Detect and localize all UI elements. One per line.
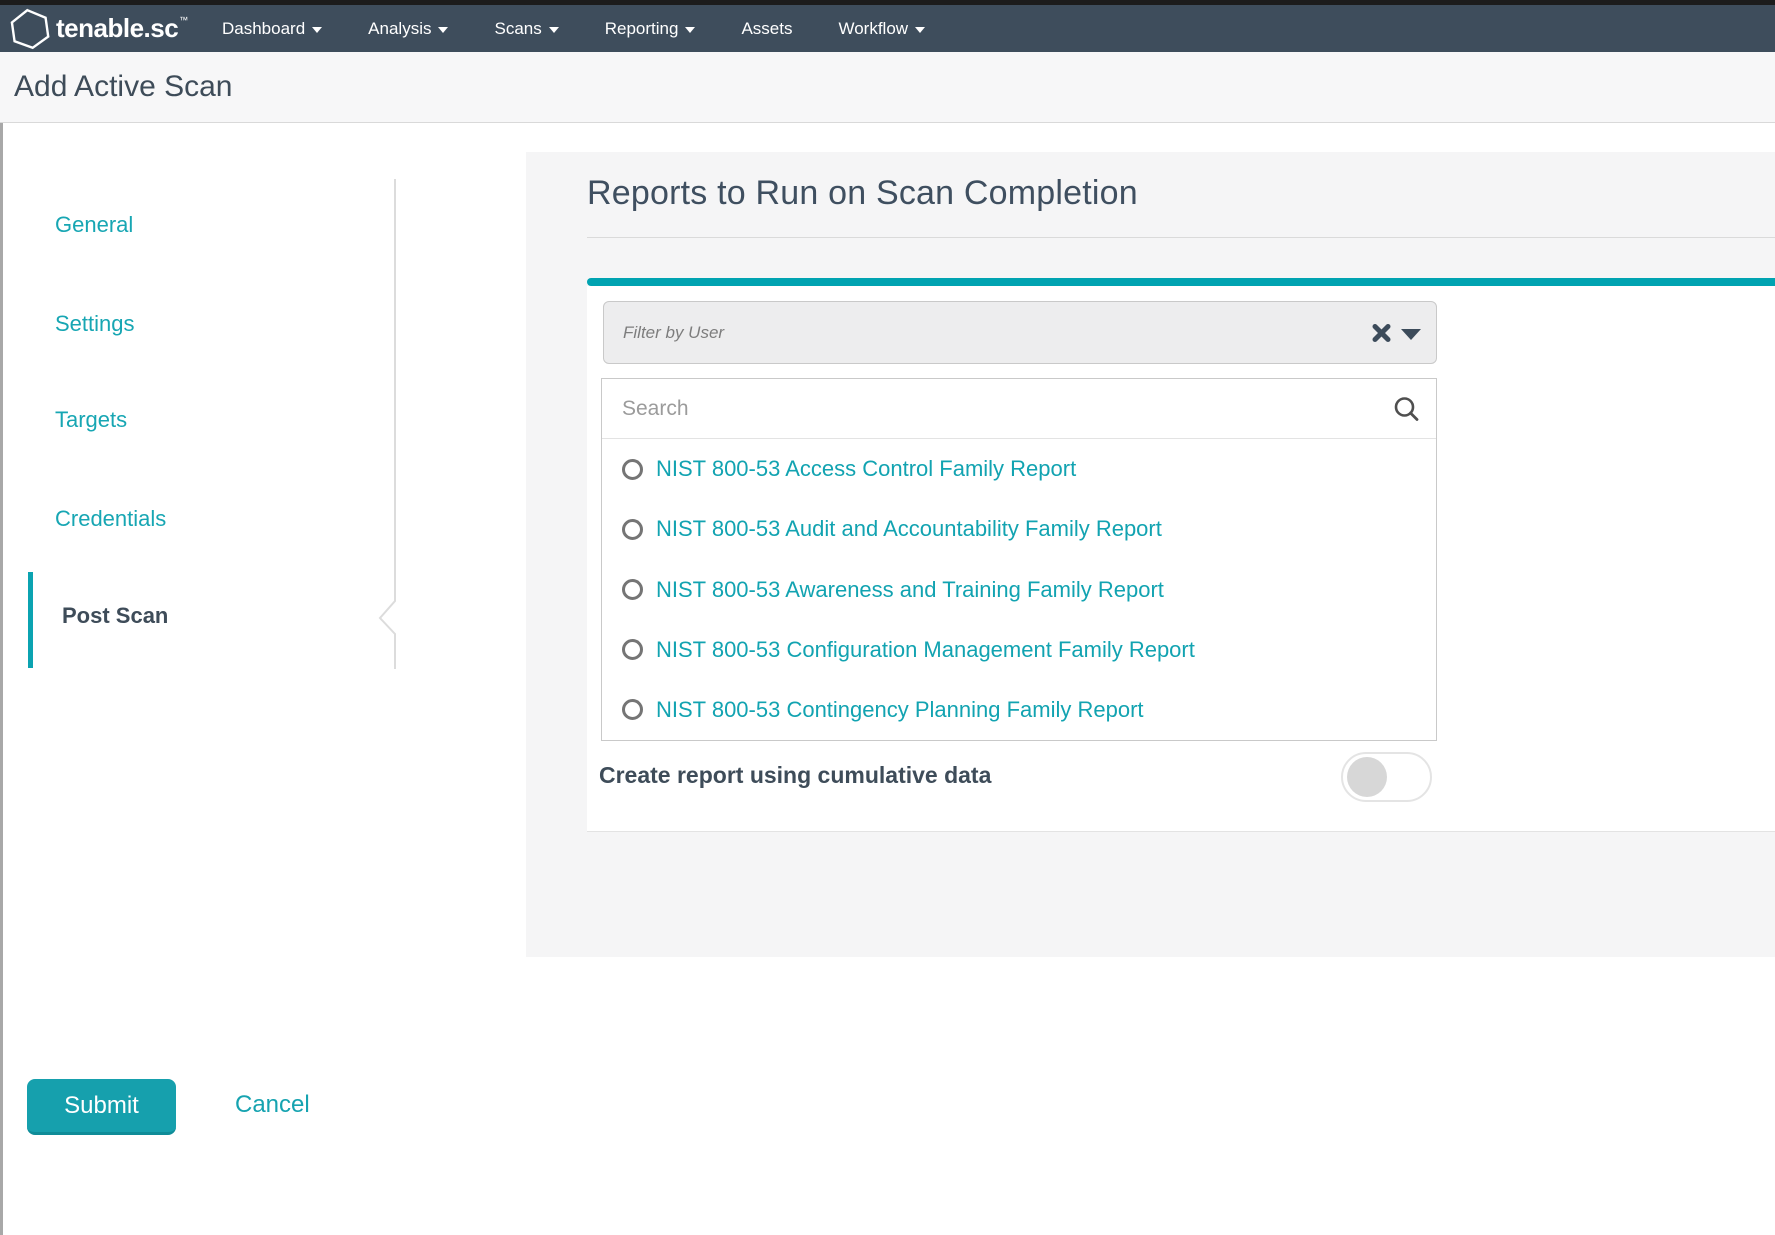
nav-item-reporting[interactable]: Reporting (605, 19, 696, 39)
caret-down-icon (685, 27, 695, 33)
nav-item-workflow[interactable]: Workflow (838, 19, 925, 39)
report-row[interactable]: NIST 800-53 Audit and Accountability Fam… (602, 499, 1436, 559)
caret-down-icon (312, 27, 322, 33)
report-row[interactable]: NIST 800-53 Contingency Planning Family … (602, 680, 1436, 740)
post-scan-panel: Reports to Run on Scan Completion Filter… (526, 152, 1775, 957)
nav-item-assets[interactable]: Assets (741, 19, 792, 39)
sidebar-item-targets[interactable]: Targets (55, 407, 127, 433)
report-row[interactable]: NIST 800-53 Awareness and Training Famil… (602, 559, 1436, 619)
cumulative-data-toggle[interactable] (1341, 752, 1432, 802)
page-title: Add Active Scan (14, 70, 232, 104)
radio-icon[interactable] (622, 459, 643, 480)
sidebar-item-post-scan[interactable]: Post Scan (62, 603, 168, 629)
sidebar-item-credentials[interactable]: Credentials (55, 506, 166, 532)
nav-item-analysis[interactable]: Analysis (368, 19, 448, 39)
page-header: Add Active Scan (0, 52, 1775, 123)
reports-card: Filter by User (587, 286, 1775, 832)
filter-by-user-select[interactable]: Filter by User (603, 301, 1437, 364)
brand-name: tenable.sc (56, 13, 178, 44)
caret-down-icon (915, 27, 925, 33)
caret-down-icon (549, 27, 559, 33)
search-icon (1393, 395, 1420, 422)
cumulative-data-label: Create report using cumulative data (599, 762, 991, 789)
content-left-border (0, 123, 3, 1235)
nav-item-scans[interactable]: Scans (494, 19, 558, 39)
report-list: NIST 800-53 Access Control Family Report… (601, 378, 1437, 741)
report-row[interactable]: NIST 800-53 Access Control Family Report (602, 439, 1436, 499)
nav-item-dashboard[interactable]: Dashboard (222, 19, 322, 39)
sidebar-item-settings[interactable]: Settings (55, 311, 135, 337)
radio-icon[interactable] (622, 639, 643, 660)
hexagon-logo-icon (10, 8, 50, 50)
nav-menu: Dashboard Analysis Scans Reporting Asset… (222, 5, 925, 52)
brand-trademark: ™ (179, 15, 188, 25)
report-search-row (602, 379, 1436, 439)
dropdown-caret-icon (1401, 329, 1421, 340)
sidebar-divider (376, 175, 402, 675)
radio-icon[interactable] (622, 519, 643, 540)
radio-icon[interactable] (622, 579, 643, 600)
filter-by-user-label: Filter by User (623, 302, 724, 363)
submit-button[interactable]: Submit (27, 1079, 176, 1135)
caret-down-icon (438, 27, 448, 33)
cancel-link[interactable]: Cancel (235, 1091, 310, 1119)
radio-icon[interactable] (622, 699, 643, 720)
clear-icon[interactable] (1371, 322, 1392, 343)
sidebar-item-general[interactable]: General (55, 212, 133, 238)
report-search-input[interactable] (602, 397, 1372, 421)
report-row[interactable]: NIST 800-53 Configuration Management Fam… (602, 620, 1436, 680)
section-title: Reports to Run on Scan Completion (587, 174, 1138, 213)
toggle-knob (1347, 757, 1387, 797)
title-underline (587, 237, 1775, 238)
section-accent-bar (587, 278, 1775, 286)
top-navbar: tenable.sc ™ Dashboard Analysis Scans Re… (0, 5, 1775, 52)
active-step-indicator (28, 572, 33, 668)
brand-logo[interactable]: tenable.sc ™ (10, 5, 188, 52)
